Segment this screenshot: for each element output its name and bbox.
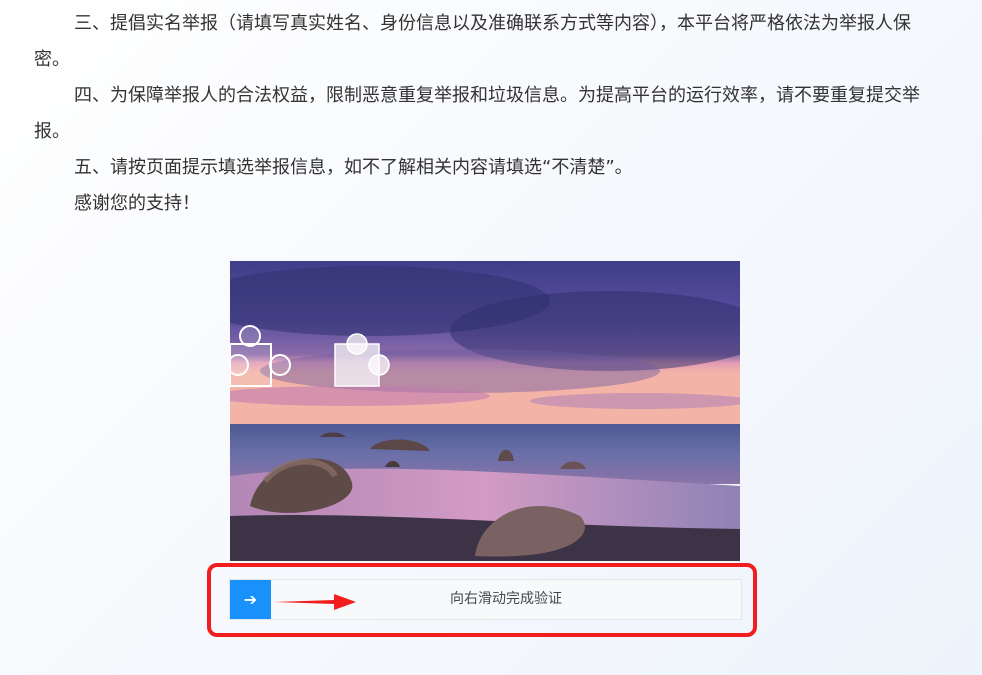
captcha-image [230, 261, 740, 561]
notice-paragraph-3: 三、提倡实名举报（请填写真实姓名、身份信息以及准确联系方式等内容），本平台将严格… [34, 13, 911, 70]
notice-paragraph-5: 五、请按页面提示填选举报信息，如不了解相关内容请填选“不清楚”。 [74, 157, 633, 178]
notice-paragraph-4: 四、为保障举报人的合法权益，限制恶意重复举报和垃圾信息。为提高平台的运行效率，请… [34, 85, 920, 142]
arrow-right-icon: ➔ [243, 590, 258, 609]
notice-thanks: 感谢您的支持！ [74, 193, 200, 214]
annotation-arrow-icon [274, 594, 356, 610]
report-notice: 三、提倡实名举报（请填写真实姓名、身份信息以及准确联系方式等内容），本平台将严格… [34, 6, 946, 222]
slider-handle[interactable]: ➔ [230, 580, 271, 619]
